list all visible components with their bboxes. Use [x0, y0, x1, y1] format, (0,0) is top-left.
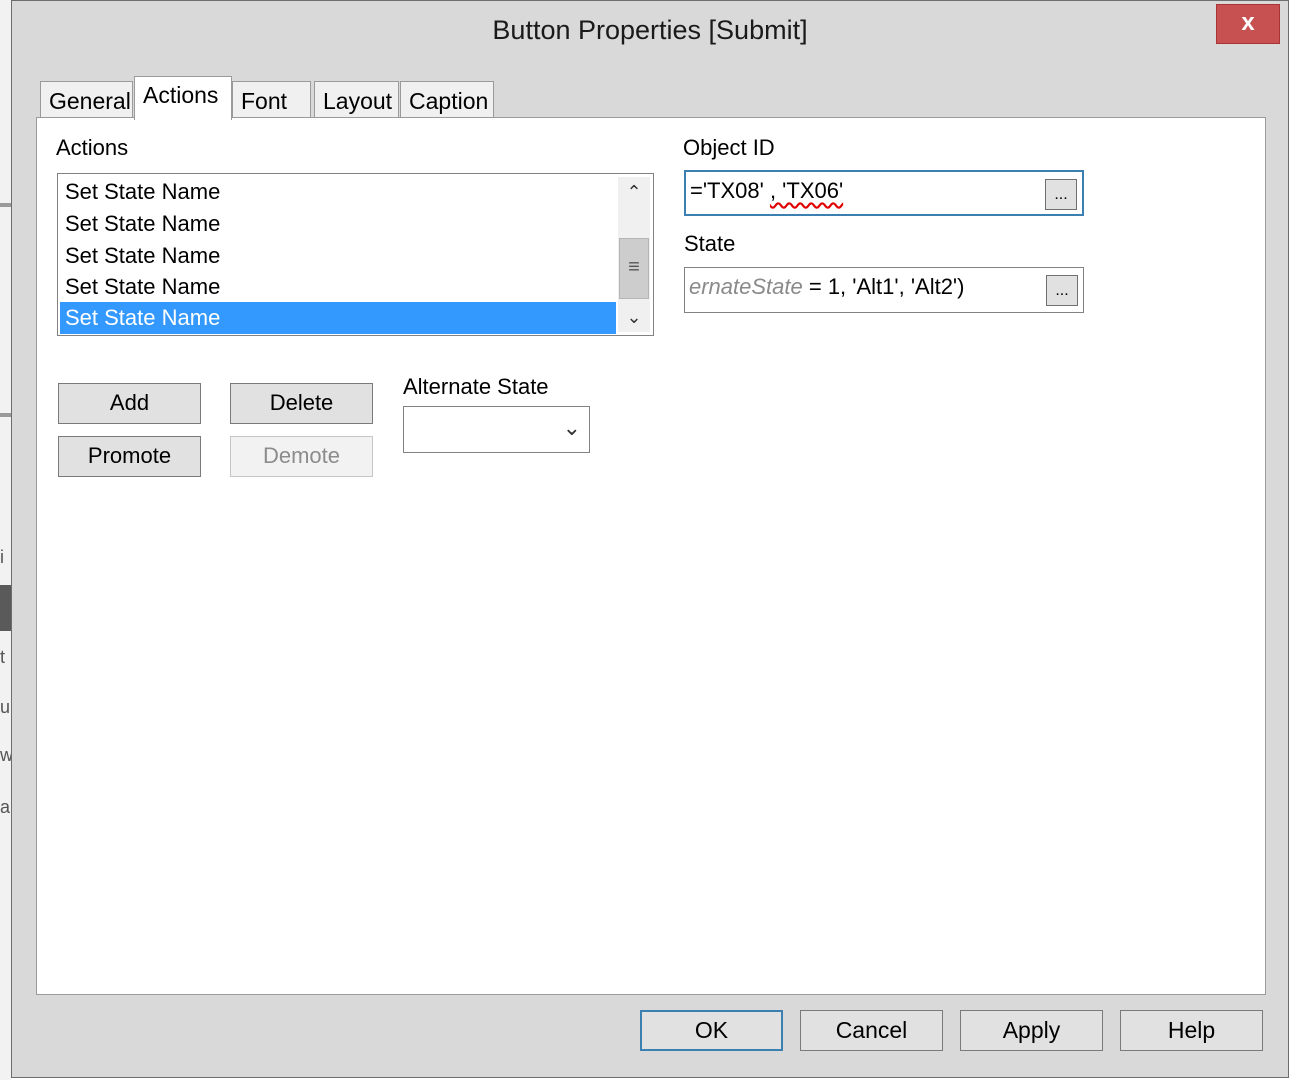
- scroll-up-button[interactable]: ⌃: [618, 177, 650, 207]
- background-window-edge: [0, 0, 11, 1080]
- background-text-fragment: t: [0, 647, 6, 667]
- scrollbar-thumb[interactable]: ≡: [619, 238, 649, 299]
- state-label: State: [684, 231, 736, 256]
- tab-layout[interactable]: Layout: [314, 81, 399, 117]
- object-id-value-misspelled: , 'TX06': [769, 178, 844, 203]
- actions-listbox[interactable]: Set State Name Set State Name Set State …: [57, 173, 654, 336]
- delete-button[interactable]: Delete: [230, 383, 373, 424]
- tab-general[interactable]: General: [40, 81, 133, 117]
- background-text-fragment: a: [0, 797, 11, 817]
- ok-button[interactable]: OK: [640, 1010, 783, 1051]
- actions-tab-panel: Actions Set State Name Set State Name Se…: [36, 117, 1266, 995]
- list-item[interactable]: Set State Name: [60, 271, 616, 303]
- background-divider: [0, 203, 11, 207]
- object-id-value: ='TX08' , 'TX06': [690, 178, 843, 204]
- state-value-text: = 1, 'Alt1', 'Alt2'): [802, 274, 965, 299]
- title-bar[interactable]: Button Properties [Submit] x: [12, 1, 1288, 63]
- list-item[interactable]: Set State Name: [60, 240, 616, 272]
- help-button[interactable]: Help: [1120, 1010, 1263, 1051]
- state-expression-button[interactable]: ...: [1046, 275, 1078, 306]
- button-properties-dialog: Button Properties [Submit] x General Act…: [11, 0, 1289, 1078]
- promote-button[interactable]: Promote: [58, 436, 201, 477]
- close-icon: x: [1241, 9, 1255, 36]
- object-id-field[interactable]: ='TX08' , 'TX06' ...: [684, 170, 1084, 216]
- state-value-italic: ernateState: [689, 274, 803, 299]
- scroll-down-button[interactable]: ⌄: [618, 302, 650, 332]
- state-field[interactable]: ernateState = 1, 'Alt1', 'Alt2') ...: [684, 267, 1084, 313]
- chevron-up-icon: ⌃: [626, 182, 642, 202]
- background-dark-block: [0, 585, 11, 631]
- list-item-selected[interactable]: Set State Name: [60, 302, 616, 334]
- object-id-value-text: ='TX08': [690, 178, 770, 203]
- add-button[interactable]: Add: [58, 383, 201, 424]
- chevron-down-icon: ⌄: [626, 307, 642, 327]
- close-button[interactable]: x: [1216, 4, 1280, 44]
- state-value: ernateState = 1, 'Alt1', 'Alt2'): [689, 274, 964, 300]
- object-id-label: Object ID: [683, 135, 775, 160]
- chevron-down-icon: ⌄: [562, 415, 581, 440]
- list-item[interactable]: Set State Name: [60, 208, 616, 240]
- background-text-fragment: i: [0, 547, 4, 567]
- apply-button[interactable]: Apply: [960, 1010, 1103, 1051]
- alternate-state-select[interactable]: ⌄: [403, 406, 590, 453]
- object-id-expression-button[interactable]: ...: [1045, 179, 1077, 210]
- cancel-button[interactable]: Cancel: [800, 1010, 943, 1051]
- tab-font[interactable]: Font: [232, 81, 311, 117]
- listbox-scrollbar[interactable]: ⌃ ≡ ⌄: [618, 177, 650, 332]
- window-title: Button Properties [Submit]: [492, 15, 808, 45]
- alternate-state-label: Alternate State: [403, 374, 549, 399]
- background-divider: [0, 413, 11, 417]
- demote-button: Demote: [230, 436, 373, 477]
- list-item[interactable]: Set State Name: [60, 176, 616, 208]
- grip-icon: ≡: [628, 256, 640, 278]
- actions-label: Actions: [56, 135, 129, 160]
- tab-caption[interactable]: Caption: [400, 81, 494, 117]
- tab-actions[interactable]: Actions: [134, 76, 232, 120]
- background-text-fragment: u: [0, 697, 11, 717]
